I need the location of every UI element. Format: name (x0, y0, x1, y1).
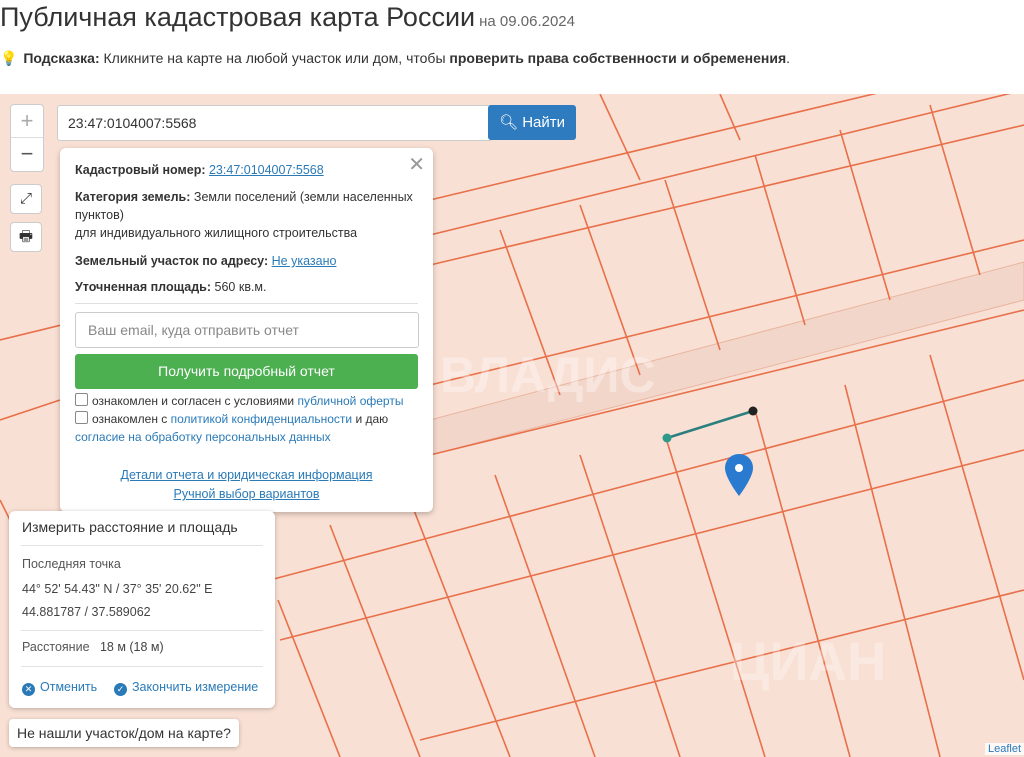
category-label: Категория земель: (75, 190, 191, 204)
lightbulb-icon: 💡 (0, 50, 18, 66)
cadastral-label: Кадастровый номер: (75, 163, 206, 177)
title-text: Публичная кадастровая карта России (0, 2, 476, 32)
hint-label: Подсказка: (23, 50, 100, 66)
measure-start-point (662, 433, 672, 443)
divider (21, 630, 263, 631)
privacy-link[interactable]: политикой конфиденциальности (171, 412, 352, 426)
distance-value: 18 м (18 м) (99, 640, 164, 654)
search-input[interactable]: 23:47:0104007:5568 (57, 105, 493, 141)
location-marker-icon (725, 454, 753, 496)
cadastral-link[interactable]: 23:47:0104007:5568 (209, 163, 324, 177)
zoom-control: + − (10, 104, 44, 172)
category-row: Категория земель: Земли поселений (земли… (75, 188, 415, 242)
search-button-label: Найти (522, 114, 566, 131)
divider (21, 545, 263, 546)
vladis-watermark-text: ВЛАДИС (440, 347, 656, 403)
measure-end-point (748, 406, 758, 416)
area-label: Уточненная площадь: (75, 280, 212, 294)
address-row: Земельный участок по адресу: Не указано (75, 252, 415, 270)
cancel-measure-button[interactable]: ✕ Отменить (22, 680, 97, 696)
privacy-consent-row: ознакомлен с политикой конфиденциальност… (75, 410, 415, 446)
zoom-out-button[interactable]: − (11, 138, 43, 170)
email-field[interactable]: Ваш email, куда отправить отчет (75, 312, 419, 348)
print-icon[interactable]: 🖶 (10, 222, 42, 252)
privacy-checkbox[interactable] (75, 411, 88, 424)
category-use: для индивидуального жилищного строительс… (75, 226, 358, 240)
fullscreen-icon[interactable]: ⤢ (10, 184, 42, 214)
cian-watermark: ЦИАН (730, 632, 886, 692)
measure-panel: Измерить расстояние и площадь Последняя … (9, 511, 275, 708)
distance-row: Расстояние 18 м (18 м) (22, 640, 164, 654)
page-title: Публичная кадастровая карта России на 09.… (0, 2, 575, 33)
hint-bar: 💡 Подсказка: Кликните на карте на любой … (0, 50, 790, 67)
measure-title: Измерить расстояние и площадь (22, 519, 238, 535)
distance-label: Расстояние (22, 640, 90, 654)
offer-text: ознакомлен и согласен с условиями (92, 394, 295, 408)
hint-end: . (786, 50, 791, 66)
leaflet-attribution[interactable]: Leaflet (984, 743, 1024, 755)
finish-label: Закончить измерение (132, 680, 259, 694)
area-row: Уточненная площадь: 560 кв.м. (75, 278, 415, 296)
date-label: на 09.06.2024 (479, 13, 575, 30)
cian-watermark-text: ЦИАН (730, 632, 886, 692)
hint-bold: проверить права собственности и обремене… (449, 50, 787, 66)
measure-line (666, 409, 754, 440)
finish-measure-button[interactable]: ✓ Закончить измерение (114, 680, 258, 696)
search-icon: 🔍︎ (498, 114, 519, 131)
cancel-label: Отменить (40, 680, 98, 694)
report-details-link[interactable]: Детали отчета и юридическая информация (60, 468, 433, 482)
popup-divider (75, 303, 418, 304)
zoom-in-button[interactable]: + (11, 105, 43, 138)
offer-link[interactable]: публичной оферты (297, 394, 403, 408)
cancel-icon: ✕ (22, 683, 35, 696)
manual-selection-link[interactable]: Ручной выбор вариантов (60, 487, 433, 501)
divider (21, 666, 263, 667)
area-value: 560 кв.м. (214, 280, 267, 294)
offer-checkbox[interactable] (75, 393, 88, 406)
address-link[interactable]: Не указано (272, 254, 337, 268)
parcel-info-popup: ✕ Кадастровый номер: 23:47:0104007:5568 … (60, 148, 433, 512)
address-label: Земельный участок по адресу: (75, 254, 269, 268)
privacy-text: ознакомлен с (92, 412, 168, 426)
search-button[interactable]: 🔍︎ Найти (488, 105, 576, 140)
privacy-text2: и даю (355, 412, 389, 426)
last-point-label: Последняя точка (22, 557, 121, 571)
vladis-watermark: ВЛАДИС (440, 347, 656, 403)
not-found-button[interactable]: Не нашли участок/дом на карте? (9, 719, 239, 747)
personal-data-link[interactable]: согласие на обработку персональных данны… (75, 430, 331, 444)
offer-consent-row: ознакомлен и согласен с условиями публич… (75, 392, 415, 410)
coords-decimal: 44.881787 / 37.589062 (22, 605, 151, 619)
get-report-button[interactable]: Получить подробный отчет (75, 354, 418, 389)
hint-text: Кликните на карте на любой участок или д… (103, 50, 446, 66)
cadastral-row: Кадастровый номер: 23:47:0104007:5568 (75, 161, 415, 179)
checkmark-icon: ✓ (114, 683, 127, 696)
coords-dms: 44° 52' 54.43" N / 37° 35' 20.62" E (22, 582, 213, 596)
